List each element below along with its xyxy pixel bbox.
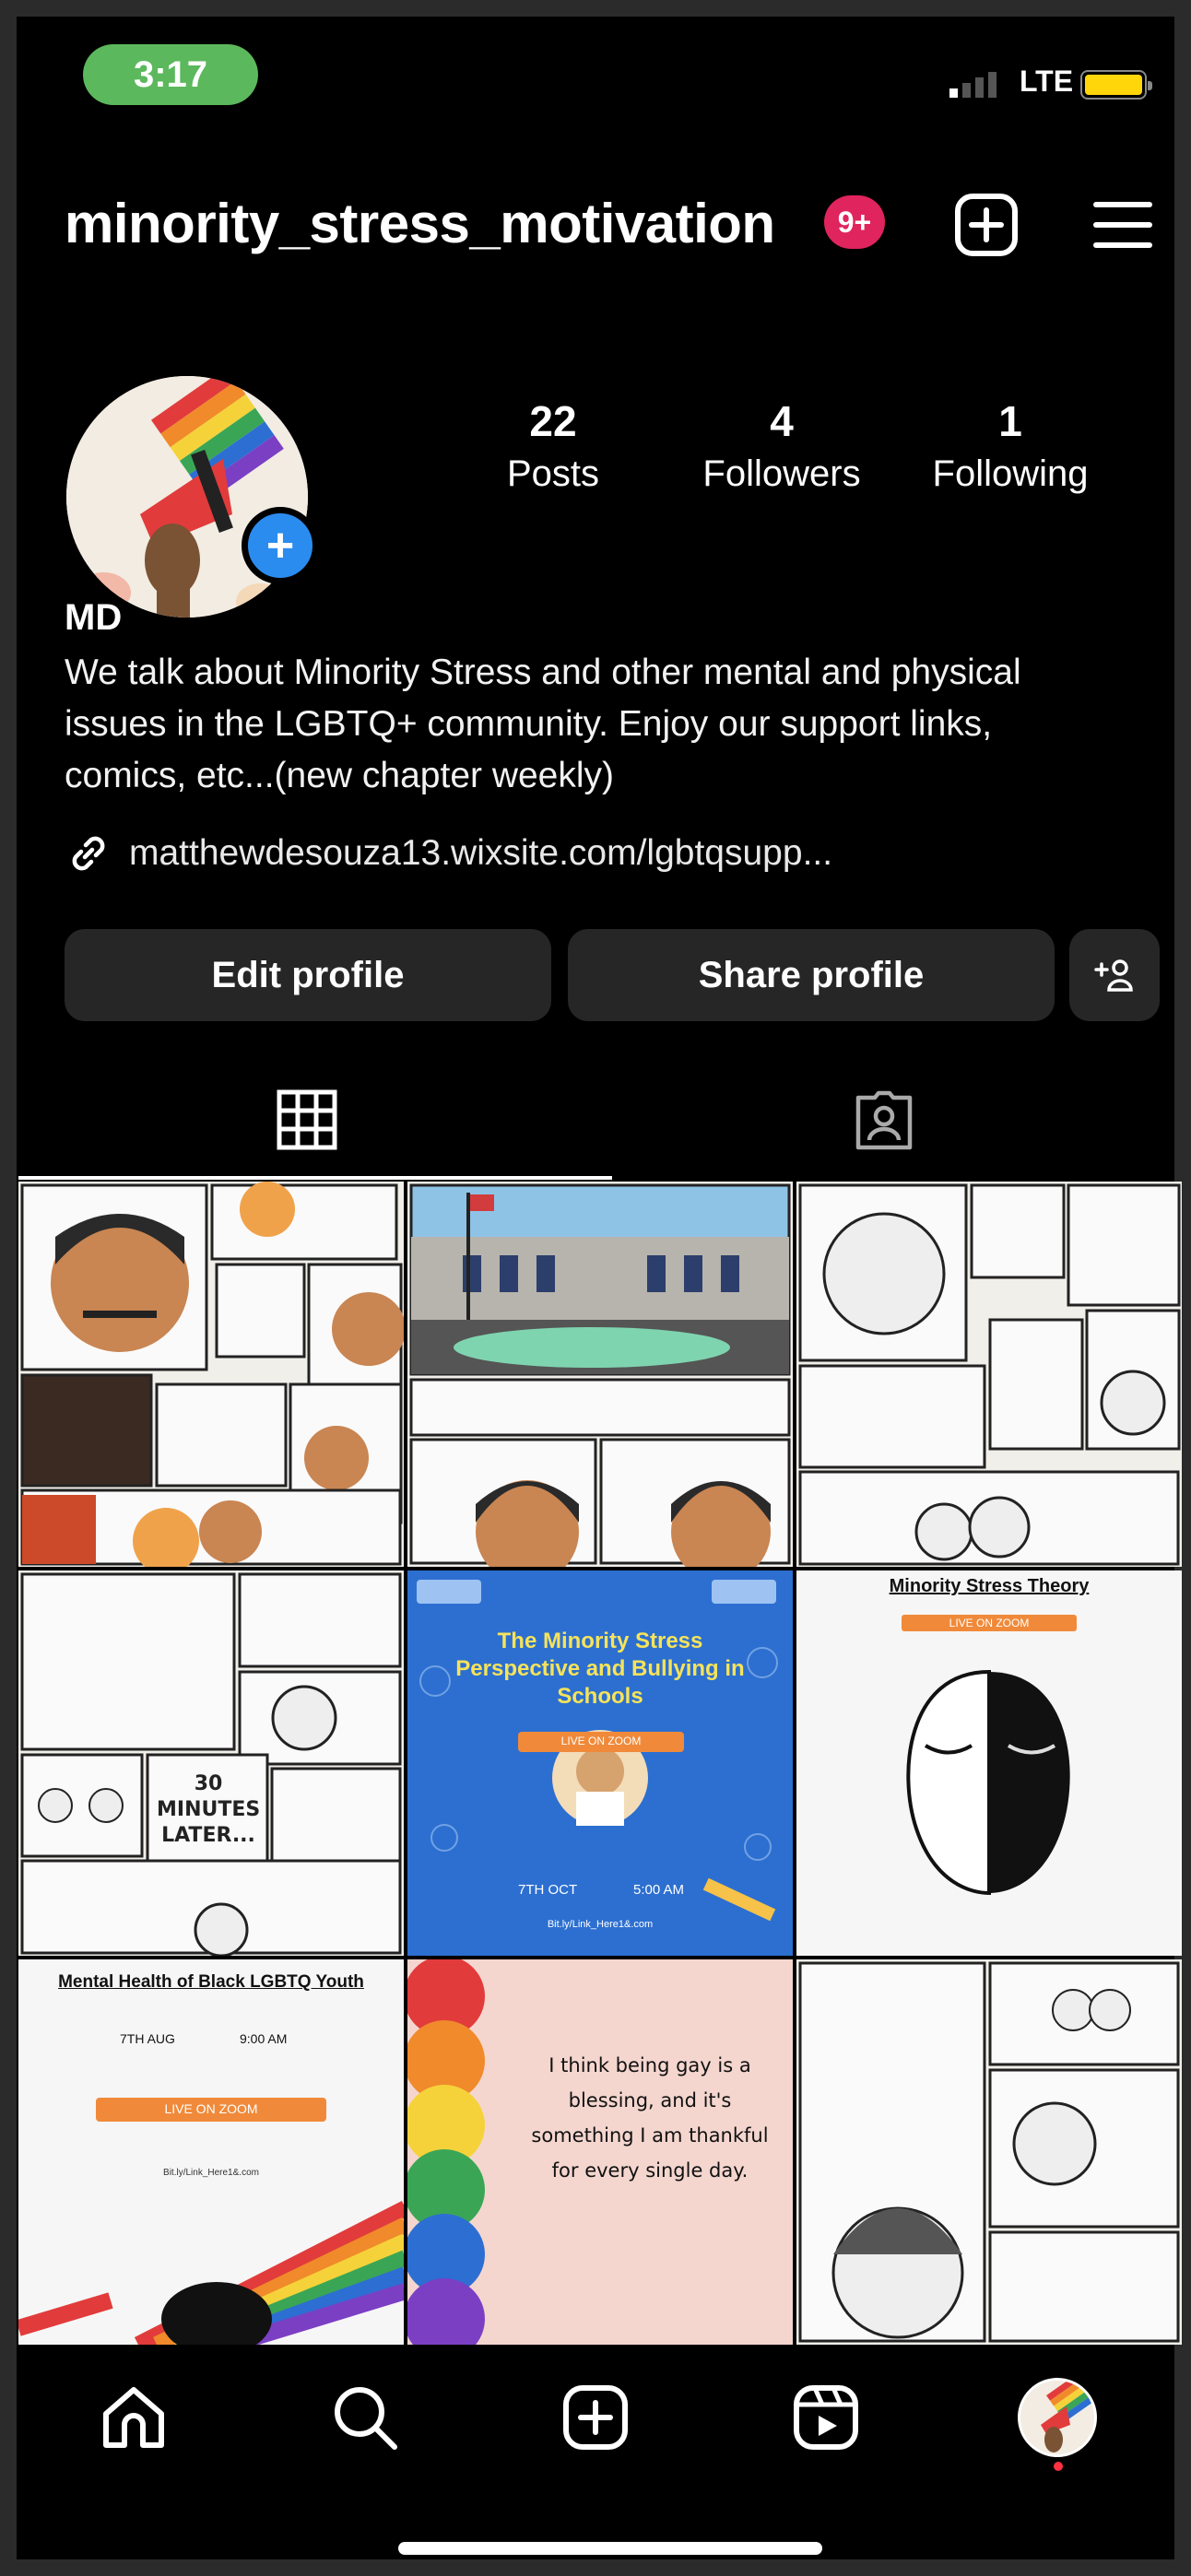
notification-dot (1053, 2462, 1063, 2471)
post-7-link: Bit.ly/Link_Here1&.com (163, 2168, 259, 2178)
followers-label: Followers (702, 453, 861, 494)
nav-create[interactable] (540, 2362, 651, 2473)
home-indicator[interactable] (398, 2542, 822, 2555)
post-7[interactable]: Mental Health of Black LGBTQ Youth 7TH A… (18, 1959, 404, 2345)
post-2[interactable] (407, 1182, 793, 1567)
battery-icon (1080, 70, 1152, 100)
post-5-badge: LIVE ON ZOOM (560, 1735, 642, 1747)
tagged-person-icon (855, 1090, 913, 1150)
bottom-nav (18, 2348, 1173, 2487)
post-7-badge: LIVE ON ZOOM (164, 2101, 258, 2116)
profile-username[interactable]: minority_stress_motivation (65, 192, 775, 255)
create-icon (562, 2385, 628, 2450)
following-count: 1 (998, 397, 1022, 445)
following-label: Following (932, 453, 1089, 494)
stat-following[interactable]: 1 Following (909, 396, 1112, 495)
add-person-icon (1094, 959, 1133, 992)
post-7-date: 7TH AUG (120, 2031, 175, 2046)
post-5-title: The Minority Stress Perspective and Bull… (455, 1629, 745, 1709)
stat-followers[interactable]: 4 Followers (680, 396, 883, 495)
search-icon (334, 2387, 397, 2450)
post-7-title: Mental Health of Black LGBTQ Youth (58, 1972, 364, 1992)
signal-icon (949, 72, 1001, 98)
tagged-tab[interactable] (596, 1062, 1173, 1178)
home-icon (103, 2387, 165, 2448)
post-6[interactable]: Minority Stress Theory LIVE ON ZOOM (796, 1570, 1182, 1956)
new-post-button[interactable] (953, 192, 1020, 258)
share-profile-button[interactable]: Share profile (568, 929, 1055, 1021)
post-3[interactable] (796, 1182, 1182, 1567)
link-icon (72, 836, 105, 871)
add-story-button[interactable]: + (242, 507, 319, 584)
menu-button[interactable] (1093, 197, 1152, 253)
display-name: MD (65, 597, 123, 638)
nav-search[interactable] (310, 2362, 420, 2473)
post-1[interactable] (18, 1182, 404, 1567)
profile-bio: We talk about Minority Stress and other … (65, 653, 1021, 795)
hamburger-icon (1093, 202, 1152, 248)
grid-icon (277, 1089, 337, 1150)
post-8-quote: I think being gay is a blessing, and it'… (531, 2054, 769, 2182)
post-5[interactable]: The Minority Stress Perspective and Bull… (407, 1570, 793, 1956)
stat-posts[interactable]: 22 Posts (452, 396, 654, 495)
post-6-title: Minority Stress Theory (889, 1576, 1090, 1596)
post-5-date: 7TH OCT (518, 1882, 578, 1898)
followers-count: 4 (770, 397, 794, 445)
post-4[interactable]: 30 MINUTES LATER... (18, 1570, 404, 1956)
discover-people-button[interactable] (1069, 929, 1160, 1021)
network-label: LTE (1020, 65, 1074, 98)
content-tabs (18, 1062, 1173, 1182)
posts-count: 22 (529, 397, 577, 445)
posts-grid: 30 MINUTES LATER... The Minority Stress … (18, 1182, 1182, 2345)
nav-profile[interactable] (1002, 2362, 1113, 2473)
post-5-link: Bit.ly/Link_Here1&.com (547, 1919, 654, 1930)
post-8[interactable]: I think being gay is a blessing, and it'… (407, 1959, 793, 2345)
notification-badge[interactable]: 9+ (824, 195, 885, 249)
active-tab-indicator (18, 1176, 612, 1180)
posts-label: Posts (506, 453, 600, 494)
grid-tab[interactable] (18, 1062, 596, 1178)
reels-icon (794, 2385, 859, 2450)
post-6-badge: LIVE ON ZOOM (949, 1617, 1030, 1629)
profile-link-text: matthewdesouza13.wixsite.com/lgbtqsupp..… (129, 833, 833, 873)
nav-home[interactable] (78, 2362, 189, 2473)
profile-avatar-small (1017, 2378, 1097, 2457)
nav-reels[interactable] (771, 2362, 881, 2473)
post-7-time: 9:00 AM (240, 2031, 288, 2046)
status-time: 3:17 (83, 44, 258, 105)
comic-caption: 30 MINUTES LATER... (157, 1772, 261, 1847)
edit-profile-button[interactable]: Edit profile (65, 929, 551, 1021)
post-9[interactable] (796, 1959, 1182, 2345)
profile-link[interactable]: matthewdesouza13.wixsite.com/lgbtqsupp..… (65, 829, 832, 877)
plus-square-icon (955, 194, 1018, 256)
post-5-time: 5:00 AM (633, 1882, 685, 1898)
